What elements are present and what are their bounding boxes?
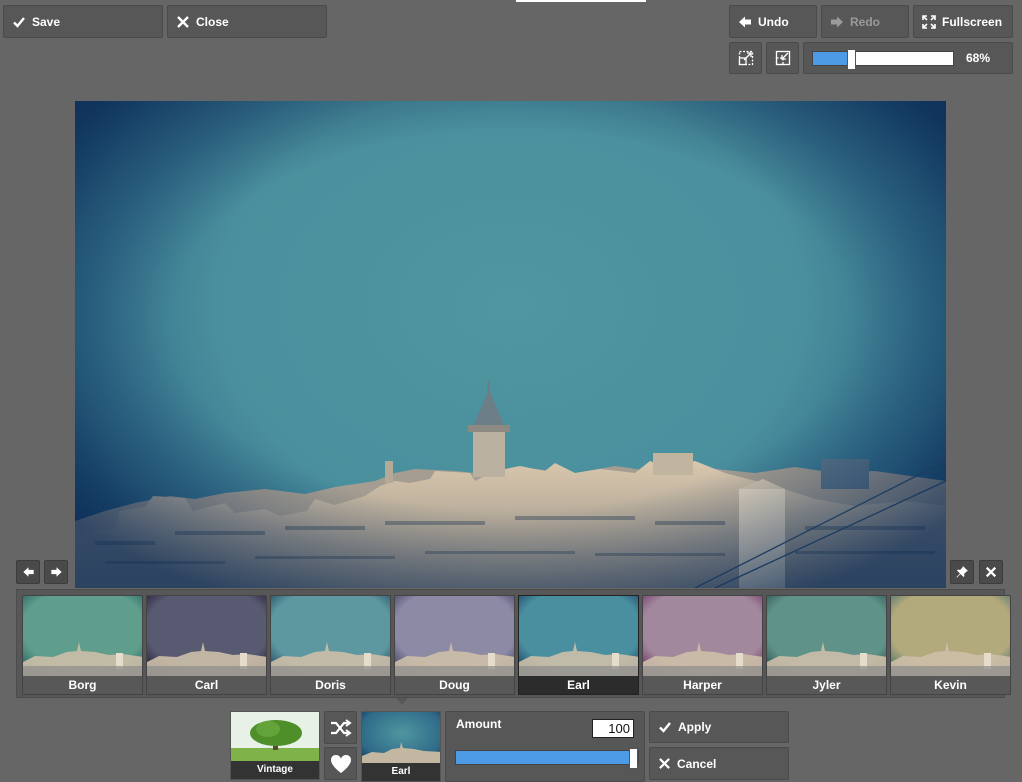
filter-thumbnail [23,596,142,677]
filter-thumbnail [767,596,886,677]
apply-label: Apply [678,720,712,734]
save-button[interactable]: Save [3,5,163,38]
pin-icon [956,566,968,578]
checkmark-icon [659,722,671,733]
current-filter-label: Earl [362,763,440,781]
favorite-button[interactable] [324,747,357,780]
close-icon [985,566,997,578]
checkmark-icon [13,16,25,28]
filter-doug[interactable]: Doug [394,595,515,695]
save-label: Save [32,14,61,29]
zoom-slider-handle[interactable] [847,49,856,70]
close-icon [177,15,189,28]
filter-earl[interactable]: Earl [518,595,639,695]
zoom-slider-panel: 68% [803,42,1013,74]
filter-carl[interactable]: Carl [146,595,267,695]
filter-label: Jyler [767,676,886,694]
shuffle-icon [330,718,352,737]
amount-slider-fill [456,751,638,764]
vintage-label: Vintage [231,761,319,779]
arrow-left-icon [739,16,751,27]
filters-next-button[interactable] [44,560,68,584]
zoom-slider[interactable] [812,49,954,70]
close-filters-button[interactable] [979,560,1003,584]
filter-jyler[interactable]: Jyler [766,595,887,695]
filter-caret [396,698,408,705]
filter-doris[interactable]: Doris [270,595,391,695]
current-filter-card: Earl [361,711,441,782]
filter-label: Kevin [891,676,1010,694]
close-button[interactable]: Close [167,5,327,38]
redo-label: Redo [850,14,880,29]
filter-label: Carl [147,676,266,694]
filter-kevin[interactable]: Kevin [890,595,1011,695]
shrink-icon [775,50,790,66]
undo-button[interactable]: Undo [729,5,817,38]
amount-panel: Amount [445,711,645,782]
cancel-label: Cancel [677,756,717,771]
active-indicator [516,0,646,2]
cancel-button[interactable]: Cancel [649,747,789,780]
filter-harper[interactable]: Harper [642,595,763,695]
filter-thumbnail [271,596,390,677]
amount-slider-handle[interactable] [629,748,638,769]
close-icon [659,758,670,769]
filter-label: Doug [395,676,514,694]
arrow-right-icon [831,16,843,27]
vintage-category-button[interactable]: Vintage [230,711,320,780]
filter-strip: Borg Carl Doris Doug Earl Harper Jyler Kevin [16,589,1011,698]
actual-size-button[interactable] [766,42,799,74]
filter-label: Harper [643,676,762,694]
fullscreen-label: Fullscreen [942,14,1003,29]
filters-prev-button[interactable] [16,560,40,584]
shuffle-button[interactable] [324,711,357,744]
filter-thumbnail [891,596,1010,677]
amount-label: Amount [456,717,502,731]
amount-input[interactable] [592,719,634,738]
filter-thumbnail [519,596,638,677]
fullscreen-button[interactable]: Fullscreen [913,5,1013,38]
pin-filters-button[interactable] [950,560,974,584]
arrow-right-icon [50,567,62,577]
filter-borg[interactable]: Borg [22,595,143,695]
fullscreen-icon [922,14,936,29]
zoom-percentage: 68% [965,51,990,65]
filter-thumbnail [643,596,762,677]
undo-label: Undo [758,14,789,29]
current-filter-thumbnail [362,712,440,765]
close-label: Close [196,14,229,29]
filter-label: Doris [271,676,390,694]
expand-icon [738,50,753,66]
redo-button[interactable]: Redo [821,5,909,38]
filter-thumbnail [147,596,266,677]
amount-slider[interactable] [455,748,639,769]
tree-thumbnail [231,712,319,763]
apply-button[interactable]: Apply [649,711,789,743]
photo-canvas[interactable] [75,101,946,588]
fit-to-screen-button[interactable] [729,42,762,74]
filter-label: Earl [519,676,638,694]
filter-thumbnail [395,596,514,677]
arrow-left-icon [22,567,34,577]
cityscape-photo [75,101,946,588]
filter-label: Borg [23,676,142,694]
heart-icon [330,754,351,773]
